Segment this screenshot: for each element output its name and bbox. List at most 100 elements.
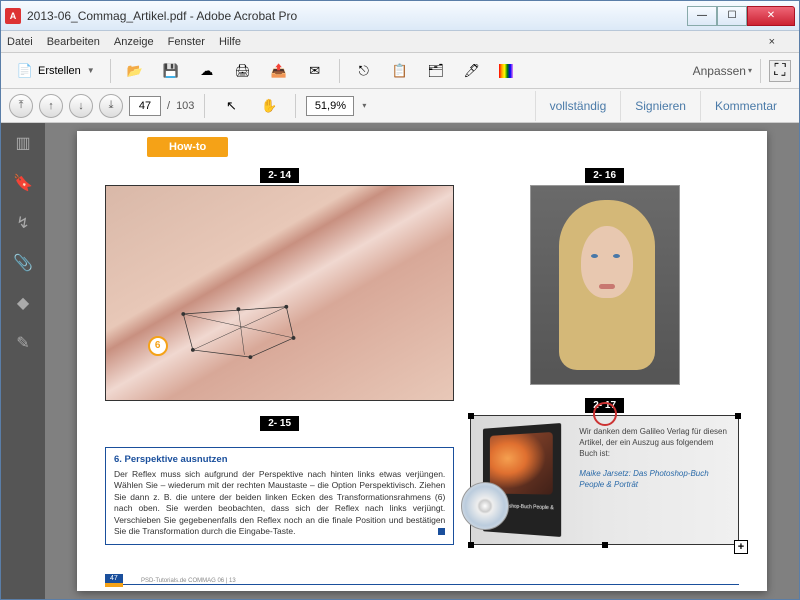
signatures-icon[interactable]: ✎ xyxy=(9,331,37,355)
color-button[interactable] xyxy=(492,59,520,83)
cd-icon xyxy=(461,482,509,530)
separator xyxy=(339,59,340,83)
tab-full[interactable]: vollständig xyxy=(535,91,621,121)
edit-icon: 🖊 xyxy=(463,62,481,80)
tab-sign[interactable]: Signieren xyxy=(620,91,700,121)
figure-2-16-image xyxy=(530,185,680,385)
cursor-icon: ↖ xyxy=(222,97,240,115)
form-button[interactable]: 📋 xyxy=(384,57,416,85)
thumbnails-icon[interactable]: ▥ xyxy=(9,131,37,155)
window-title: 2013-06_Commag_Artikel.pdf - Adobe Acrob… xyxy=(27,9,687,23)
open-button[interactable]: 📂 xyxy=(119,57,151,85)
customize-button[interactable]: Anpassen ▾ xyxy=(693,64,752,78)
form-icon: 📋 xyxy=(391,62,409,80)
menu-edit[interactable]: Bearbeiten xyxy=(47,36,100,48)
sidebar: ▥ 🔖 ↯ 📎 ◆ ✎ xyxy=(1,123,45,599)
layers-icon[interactable]: ◆ xyxy=(9,291,37,315)
bookmark-icon[interactable]: 🔖 xyxy=(9,171,37,195)
page-sep: / xyxy=(167,100,170,112)
share-button[interactable]: 📤 xyxy=(263,57,295,85)
menu-view[interactable]: Anzeige xyxy=(114,36,154,48)
menu-window[interactable]: Fenster xyxy=(168,36,205,48)
app-icon: A xyxy=(5,8,21,24)
next-page-button[interactable]: ↓ xyxy=(69,94,93,118)
maximize-button[interactable]: ☐ xyxy=(717,6,747,26)
book-reference: Maike Jarsetz: Das Photoshop-Buch People… xyxy=(579,468,728,490)
footer-text: PSD-Tutorials.de COMMAG 06 | 13 xyxy=(141,578,236,584)
save-button[interactable]: 💾 xyxy=(155,57,187,85)
first-page-button[interactable]: ⤒ xyxy=(9,94,33,118)
figure-label-2-15: 2- 15 xyxy=(260,416,299,431)
annotation-circle-icon xyxy=(593,402,617,426)
menu-file[interactable]: Datei xyxy=(7,36,33,48)
page-footer: 47 PSD-Tutorials.de COMMAG 06 | 13 xyxy=(105,579,739,589)
attachment-icon[interactable]: 📎 xyxy=(9,251,37,275)
book-thanks: Wir danken dem Galileo Verlag für diesen… xyxy=(579,427,727,458)
menubar: Datei Bearbeiten Anzeige Fenster Hilfe × xyxy=(1,31,799,53)
page-number: 47 xyxy=(105,574,123,583)
hand-icon: ✋ xyxy=(260,97,278,115)
app-window: A 2013-06_Commag_Artikel.pdf - Adobe Acr… xyxy=(0,0,800,600)
fullscreen-button[interactable]: ⛶ xyxy=(769,60,791,82)
column-right: 2- 16 2- 17 xyxy=(470,165,739,545)
last-page-button[interactable]: ⤓ xyxy=(99,94,123,118)
book-ad-box[interactable]: Das Photoshop-Buch People & Porträt Wir … xyxy=(470,415,739,545)
figure-2-14-image: 6 xyxy=(105,185,454,401)
cloud-button[interactable]: ☁ xyxy=(191,57,223,85)
minimize-button[interactable]: — xyxy=(687,6,717,26)
cloud-icon: ☁ xyxy=(198,62,216,80)
combine-button[interactable]: 🗂 xyxy=(420,57,452,85)
prev-page-button[interactable]: ↑ xyxy=(39,94,63,118)
menubar-close-icon[interactable]: × xyxy=(765,36,779,48)
dropdown-icon[interactable]: ▾ xyxy=(362,101,366,110)
dropdown-icon: ▼ xyxy=(87,66,95,75)
print-icon: 🖨 xyxy=(234,62,252,80)
article-title: 6. Perspektive ausnutzen xyxy=(114,454,445,467)
combine-icon: 🗂 xyxy=(427,62,445,80)
close-button[interactable]: ✕ xyxy=(747,6,795,26)
document-viewport[interactable]: How-to 2- 14 xyxy=(45,123,799,599)
separator xyxy=(760,59,761,83)
separator xyxy=(295,94,296,118)
export-button[interactable]: ⎋ xyxy=(348,57,380,85)
figure-label-2-14: 2- 14 xyxy=(260,168,299,183)
toolbar-nav: ⤒ ↑ ↓ ⤓ / 103 ↖ ✋ ▾ vollständig Signiere… xyxy=(1,89,799,123)
customize-label: Anpassen xyxy=(693,64,746,78)
toolbar-main: 📄 Erstellen ▼ 📂 💾 ☁ 🖨 📤 ✉ ⎋ 📋 🗂 🖊 Anpass… xyxy=(1,53,799,89)
article-box: 6. Perspektive ausnutzen Der Reflex muss… xyxy=(105,447,454,545)
select-tool[interactable]: ↖ xyxy=(215,92,247,120)
pdf-page: How-to 2- 14 xyxy=(77,131,767,591)
page-input[interactable] xyxy=(129,96,161,116)
flow-icon[interactable]: ↯ xyxy=(9,211,37,235)
share-icon: 📤 xyxy=(270,62,288,80)
page-content: 2- 14 6 xyxy=(105,165,739,545)
separator xyxy=(110,59,111,83)
article-body: Der Reflex muss sich aufgrund der Perspe… xyxy=(114,469,445,536)
export-icon: ⎋ xyxy=(355,62,373,80)
print-button[interactable]: 🖨 xyxy=(227,57,259,85)
save-icon: 💾 xyxy=(162,62,180,80)
plus-handle-icon[interactable]: + xyxy=(734,540,748,554)
open-icon: 📂 xyxy=(126,62,144,80)
selection-handles xyxy=(468,542,741,548)
create-button[interactable]: 📄 Erstellen ▼ xyxy=(9,57,102,85)
zoom-input[interactable] xyxy=(306,96,354,116)
column-left: 2- 14 6 xyxy=(105,165,454,545)
menu-help[interactable]: Hilfe xyxy=(219,36,241,48)
edit-button[interactable]: 🖊 xyxy=(456,57,488,85)
page-total: 103 xyxy=(176,100,194,112)
titlebar: A 2013-06_Commag_Artikel.pdf - Adobe Acr… xyxy=(1,1,799,31)
email-button[interactable]: ✉ xyxy=(299,57,331,85)
email-icon: ✉ xyxy=(306,62,324,80)
hand-tool[interactable]: ✋ xyxy=(253,92,285,120)
howto-badge: How-to xyxy=(147,137,228,157)
marker-6: 6 xyxy=(148,336,168,356)
window-buttons: — ☐ ✕ xyxy=(687,6,795,26)
separator xyxy=(204,94,205,118)
tab-comment[interactable]: Kommentar xyxy=(700,91,791,121)
dropdown-icon: ▾ xyxy=(748,66,752,75)
create-icon: 📄 xyxy=(16,62,34,80)
book-text: Wir danken dem Galileo Verlag für diesen… xyxy=(579,426,728,534)
color-icon xyxy=(499,64,513,78)
create-label: Erstellen xyxy=(38,65,81,77)
